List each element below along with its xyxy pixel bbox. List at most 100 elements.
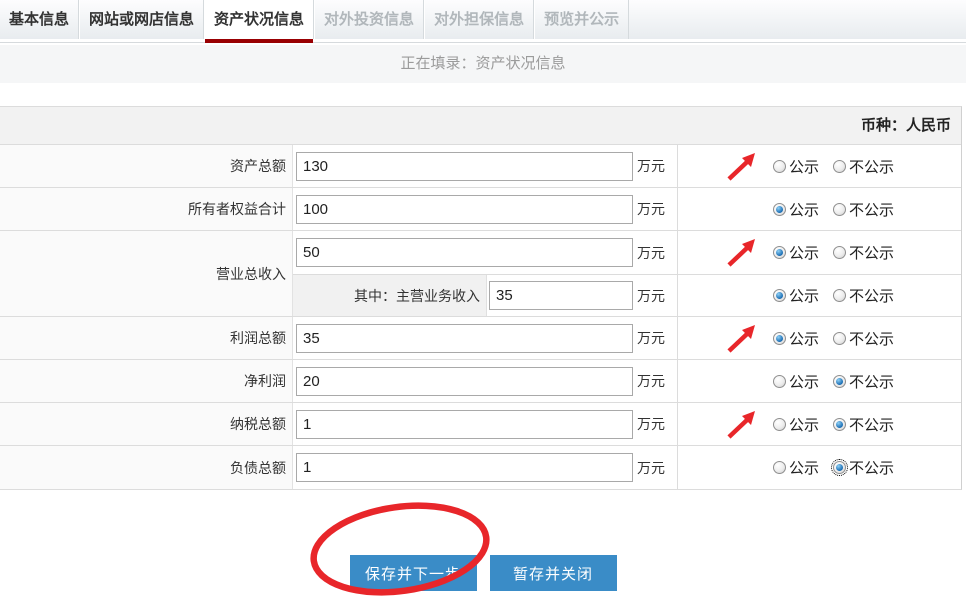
tab-bar-bottom-line [0, 42, 966, 43]
publish-choice-cell: 公示 不公示 [677, 360, 961, 402]
publish-radio[interactable]: 公示 [773, 371, 819, 392]
asset-form-table: 币种：人民币 资产总额 万元 公示 不 [0, 106, 962, 490]
tab-website-info[interactable]: 网站或网店信息 [79, 0, 204, 39]
amount-cell: 万元 [293, 231, 677, 274]
radio-circle[interactable] [833, 203, 846, 216]
net-profit-input[interactable] [296, 367, 633, 396]
tab-preview-publish: 预览并公示 [534, 0, 629, 39]
publish-radio[interactable]: 公示 [773, 414, 819, 435]
no-publish-radio-label: 不公示 [849, 371, 894, 392]
total-profit-input[interactable] [296, 324, 633, 353]
total-revenue-input[interactable] [296, 238, 633, 267]
amount-cell: 万元 [293, 145, 677, 187]
publish-radio[interactable]: 公示 [773, 156, 819, 177]
publish-choice-cell: 公示 不公示 [677, 188, 961, 230]
no-publish-radio-label: 不公示 [849, 414, 894, 435]
row-label: 利润总额 [0, 317, 293, 359]
no-publish-radio[interactable]: 不公示 [833, 328, 894, 349]
radio-circle[interactable] [833, 289, 846, 302]
radio-circle[interactable] [833, 332, 846, 345]
owner-equity-input[interactable] [296, 195, 633, 224]
row-label: 所有者权益合计 [0, 188, 293, 230]
total-assets-input[interactable] [296, 152, 633, 181]
radio-circle[interactable] [773, 418, 786, 431]
no-publish-radio[interactable]: 不公示 [833, 371, 894, 392]
status-text: 正在填录：资产状况信息 [400, 55, 565, 72]
no-publish-radio-label: 不公示 [849, 328, 894, 349]
asset-status-form-page: 基本信息 网站或网店信息 资产状况信息 对外投资信息 对外担保信息 预览并公示 … [0, 0, 966, 596]
publish-radio-label: 公示 [789, 285, 819, 306]
red-arrow-annotation [724, 150, 760, 184]
row-label: 净利润 [0, 360, 293, 402]
publish-radio-group: 公示 不公示 [773, 414, 894, 435]
unit-label: 万元 [637, 371, 665, 391]
radio-circle[interactable] [773, 289, 786, 302]
row-label: 负债总额 [0, 446, 293, 489]
red-arrow-annotation [724, 408, 760, 442]
total-revenue-sub-row: 万元 公示 不公示 [293, 231, 961, 274]
table-row-total-assets: 资产总额 万元 公示 不公示 [0, 145, 961, 188]
no-publish-radio[interactable]: 不公示 [833, 156, 894, 177]
row-label: 营业总收入 [0, 231, 293, 316]
publish-choice-cell: 公示 不公示 [677, 446, 961, 489]
publish-choice-cell: 公示 不公示 [677, 403, 961, 445]
no-publish-radio-label: 不公示 [849, 156, 894, 177]
publish-radio[interactable]: 公示 [773, 457, 819, 478]
tab-basic-info[interactable]: 基本信息 [0, 0, 79, 39]
publish-radio-group: 公示 不公示 [773, 328, 894, 349]
radio-circle[interactable] [833, 461, 846, 474]
no-publish-radio-label: 不公示 [849, 457, 894, 478]
publish-radio-label: 公示 [789, 242, 819, 263]
total-tax-input[interactable] [296, 410, 633, 439]
no-publish-radio-label: 不公示 [849, 285, 894, 306]
no-publish-radio[interactable]: 不公示 [833, 242, 894, 263]
radio-circle[interactable] [773, 203, 786, 216]
unit-label: 万元 [637, 243, 665, 263]
unit-label: 万元 [637, 199, 665, 219]
main-business-revenue-input[interactable] [489, 281, 633, 310]
amount-cell: 万元 [293, 360, 677, 402]
unit-label: 万元 [637, 156, 665, 176]
radio-circle[interactable] [773, 160, 786, 173]
no-publish-radio[interactable]: 不公示 [833, 285, 894, 306]
publish-radio[interactable]: 公示 [773, 328, 819, 349]
radio-circle[interactable] [833, 375, 846, 388]
no-publish-radio[interactable]: 不公示 [833, 414, 894, 435]
tab-asset-status-info[interactable]: 资产状况信息 [204, 0, 314, 39]
red-arrow-annotation [724, 322, 760, 356]
publish-radio-label: 公示 [789, 199, 819, 220]
radio-circle[interactable] [833, 418, 846, 431]
no-publish-radio[interactable]: 不公示 [833, 199, 894, 220]
save-close-button[interactable]: 暂存并关闭 [490, 555, 617, 591]
save-next-button[interactable]: 保存并下一步 [350, 555, 477, 591]
radio-circle[interactable] [773, 375, 786, 388]
amount-cell: 万元 [293, 317, 677, 359]
amount-cell: 万元 [293, 188, 677, 230]
amount-cell: 万元 [487, 275, 677, 316]
radio-circle[interactable] [773, 332, 786, 345]
publish-radio[interactable]: 公示 [773, 285, 819, 306]
total-liabilities-input[interactable] [296, 453, 633, 482]
tab-bar: 基本信息 网站或网店信息 资产状况信息 对外投资信息 对外担保信息 预览并公示 [0, 0, 966, 43]
table-header: 币种：人民币 [0, 107, 961, 145]
radio-circle[interactable] [833, 246, 846, 259]
radio-circle[interactable] [833, 160, 846, 173]
table-row-total-liabilities: 负债总额 万元 公示 不公示 [0, 446, 961, 489]
table-row-total-tax: 纳税总额 万元 公示 不公示 [0, 403, 961, 446]
unit-label: 万元 [637, 414, 665, 434]
publish-radio-label: 公示 [789, 371, 819, 392]
no-publish-radio[interactable]: 不公示 [833, 457, 894, 478]
sub-row-label: 其中：主营业务收入 [293, 275, 487, 316]
publish-radio[interactable]: 公示 [773, 199, 819, 220]
radio-circle[interactable] [773, 461, 786, 474]
publish-choice-cell: 公示 不公示 [677, 317, 961, 359]
publish-choice-cell: 公示 不公示 [677, 275, 961, 316]
tab-list: 基本信息 网站或网店信息 资产状况信息 对外投资信息 对外担保信息 预览并公示 [0, 0, 966, 39]
radio-circle[interactable] [773, 246, 786, 259]
table-row-owner-equity: 所有者权益合计 万元 公示 不公示 [0, 188, 961, 231]
compound-cells: 万元 公示 不公示 [293, 231, 961, 316]
form-footer: 保存并下一步 暂存并关闭 [0, 490, 966, 596]
publish-radio-label: 公示 [789, 328, 819, 349]
publish-radio[interactable]: 公示 [773, 242, 819, 263]
no-publish-radio-label: 不公示 [849, 242, 894, 263]
